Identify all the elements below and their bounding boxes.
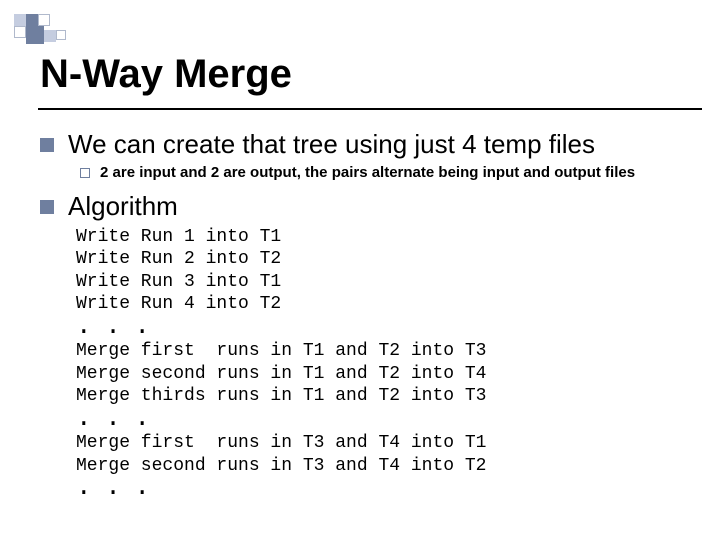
code-line: Merge first runs in T3 and T4 into T1 [76,433,486,453]
ellipsis: . . . [76,311,149,341]
code-line: Merge second runs in T1 and T2 into T4 [76,364,486,384]
algorithm-code: Write Run 1 into T1 Write Run 2 into T2 … [76,226,700,502]
corner-decoration [14,14,134,50]
hollow-square-bullet-icon [80,168,90,178]
bullet-1-text: We can create that tree using just 4 tem… [68,130,595,160]
slide-title: N-Way Merge [40,52,292,97]
code-line: Write Run 3 into T1 [76,272,281,292]
bullet-1-sub-text: 2 are input and 2 are output, the pairs … [100,164,635,182]
slide-body: We can create that tree using just 4 tem… [40,130,700,502]
ellipsis: . . . [76,472,149,502]
ellipsis: . . . [76,403,149,433]
title-divider [38,108,702,110]
code-line: Write Run 2 into T2 [76,249,281,269]
bullet-2: Algorithm [40,192,700,222]
bullet-2-text: Algorithm [68,192,178,222]
bullet-1: We can create that tree using just 4 tem… [40,130,700,160]
code-line: Write Run 1 into T1 [76,227,281,247]
code-line: Merge first runs in T1 and T2 into T3 [76,341,486,361]
square-bullet-icon [40,138,54,152]
square-bullet-icon [40,200,54,214]
bullet-1-sub: 2 are input and 2 are output, the pairs … [80,164,700,182]
slide: N-Way Merge We can create that tree usin… [0,0,720,540]
